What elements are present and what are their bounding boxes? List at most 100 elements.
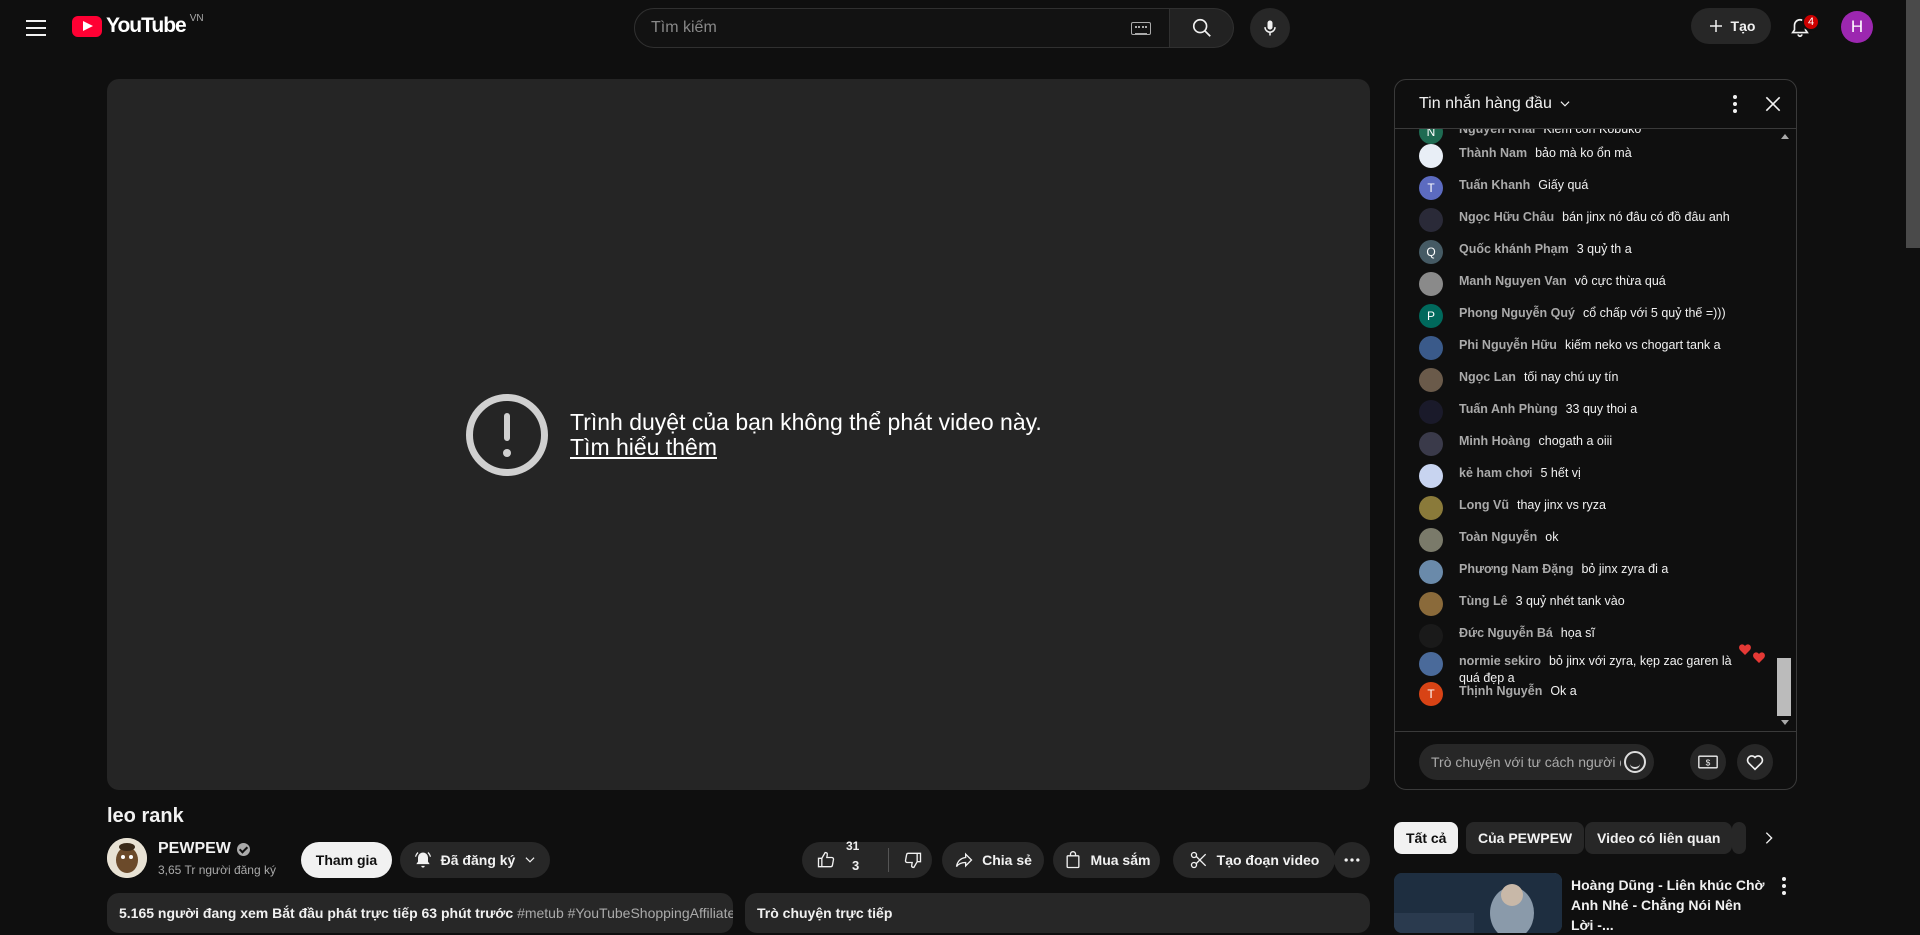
- chip-partial[interactable]: [1732, 822, 1746, 854]
- chat-author-avatar[interactable]: [1419, 496, 1443, 520]
- chat-author-avatar[interactable]: [1419, 528, 1443, 552]
- clip-button[interactable]: Tạo đoạn video: [1173, 842, 1335, 878]
- chat-author-avatar[interactable]: [1419, 400, 1443, 424]
- chat-author-name[interactable]: Tuấn Anh Phùng: [1459, 402, 1558, 416]
- close-icon[interactable]: [1763, 94, 1783, 114]
- channel-avatar[interactable]: [107, 838, 147, 878]
- chat-message[interactable]: Tùng Lê 3 quỷ nhét tank vào: [1419, 592, 1769, 616]
- chat-author-name[interactable]: Quốc khánh Phạm: [1459, 242, 1569, 256]
- search-input[interactable]: [651, 19, 1131, 37]
- chat-author-avatar[interactable]: [1419, 144, 1443, 168]
- scroll-up-arrow-icon[interactable]: [1781, 134, 1789, 139]
- search-button[interactable]: [1170, 8, 1234, 48]
- chat-author-avatar[interactable]: [1419, 464, 1443, 488]
- chat-message[interactable]: Phi Nguyễn Hữu kiếm neko vs chogart tank …: [1419, 336, 1769, 360]
- video-player[interactable]: Trình duyệt của bạn không thể phát video…: [107, 79, 1370, 790]
- chat-message[interactable]: Ngọc Hữu Châu bán jinx nó đâu có đồ đâu a…: [1419, 208, 1769, 232]
- chat-message[interactable]: Thành Nam bảo mà ko ổn mà: [1419, 144, 1769, 168]
- chat-message[interactable]: Manh Nguyen Van vô cực thừa quá: [1419, 272, 1769, 296]
- live-chat-replay-box[interactable]: Trò chuyện trực tiếp: [745, 893, 1370, 933]
- chat-author-name[interactable]: Phương Nam Đặng: [1459, 562, 1573, 576]
- chat-author-name[interactable]: kẻ ham chơi: [1459, 466, 1533, 480]
- recommendation-thumbnail[interactable]: [1394, 873, 1562, 933]
- chat-message[interactable]: Q Quốc khánh Phạm 3 quỷ th a: [1419, 240, 1769, 264]
- voice-search-button[interactable]: [1250, 8, 1290, 48]
- chat-author-name[interactable]: Thành Nam: [1459, 146, 1527, 160]
- chat-author-name[interactable]: Tùng Lê: [1459, 594, 1508, 608]
- more-actions-button[interactable]: [1334, 842, 1370, 878]
- chat-author-avatar[interactable]: T: [1419, 682, 1443, 706]
- subscribed-button[interactable]: Đã đăng ký: [400, 842, 550, 878]
- chat-author-avatar[interactable]: T: [1419, 176, 1443, 200]
- chat-message[interactable]: Long Vũ thay jinx vs ryza: [1419, 496, 1769, 520]
- chat-message[interactable]: Minh Hoàng chogath a oiii: [1419, 432, 1769, 456]
- youtube-logo[interactable]: YouTube VN: [72, 13, 204, 38]
- chat-message[interactable]: N Nguyễn Khải Kiếm con Kobuko: [1419, 129, 1769, 144]
- chat-author-name[interactable]: Minh Hoàng: [1459, 434, 1531, 448]
- page-scroll-thumb[interactable]: [1906, 0, 1920, 248]
- dislike-icon[interactable]: [903, 850, 923, 870]
- chat-author-avatar[interactable]: [1419, 624, 1443, 648]
- channel-name[interactable]: PEWPEW: [158, 840, 250, 858]
- chip-channel[interactable]: Của PEWPEW: [1466, 822, 1585, 854]
- emoji-icon[interactable]: [1624, 751, 1646, 773]
- chat-scrollbar[interactable]: [1777, 132, 1791, 730]
- notifications-button[interactable]: 4: [1780, 8, 1821, 48]
- chat-message[interactable]: normie sekiro bỏ jinx với zyra, kẹp zac g…: [1419, 652, 1749, 686]
- chat-author-avatar[interactable]: P: [1419, 304, 1443, 328]
- chat-input[interactable]: [1431, 754, 1621, 770]
- chat-author-avatar[interactable]: [1419, 432, 1443, 456]
- chat-mode-selector[interactable]: Tin nhắn hàng đầu: [1419, 95, 1572, 113]
- chat-author-avatar[interactable]: [1419, 272, 1443, 296]
- chips-next-button[interactable]: [1753, 822, 1785, 854]
- chat-author-name[interactable]: Ngọc Hữu Châu: [1459, 210, 1554, 224]
- chat-author-avatar[interactable]: [1419, 652, 1443, 676]
- chat-message[interactable]: T Thịnh Nguyễn Ok a: [1419, 682, 1769, 706]
- chat-message[interactable]: Đức Nguyễn Bá họa sĩ: [1419, 624, 1769, 648]
- chat-author-name[interactable]: Phi Nguyễn Hữu: [1459, 338, 1557, 352]
- share-button[interactable]: Chia sẻ: [942, 842, 1044, 878]
- chat-author-name[interactable]: Manh Nguyen Van: [1459, 274, 1567, 288]
- chat-message[interactable]: Ngọc Lan tối nay chú uy tín: [1419, 368, 1769, 392]
- chat-author-name[interactable]: Đức Nguyễn Bá: [1459, 626, 1553, 640]
- like-icon[interactable]: [816, 850, 836, 870]
- chat-author-name[interactable]: Nguyễn Khải: [1459, 129, 1535, 136]
- scroll-thumb[interactable]: [1777, 658, 1791, 716]
- chat-author-name[interactable]: Thịnh Nguyễn: [1459, 684, 1542, 698]
- description-box[interactable]: 5.165 người đang xem Bắt đầu phát trực t…: [107, 893, 733, 933]
- chat-author-name[interactable]: Ngọc Lan: [1459, 370, 1516, 384]
- chat-message[interactable]: kẻ ham chơi 5 hết vị: [1419, 464, 1769, 488]
- shopping-button[interactable]: Mua sắm: [1053, 842, 1160, 878]
- recommendation-options-icon[interactable]: [1776, 876, 1792, 896]
- join-button[interactable]: Tham gia: [301, 842, 392, 878]
- chat-author-avatar[interactable]: [1419, 336, 1443, 360]
- chip-all[interactable]: Tất cả: [1394, 822, 1459, 854]
- chat-author-avatar[interactable]: [1419, 368, 1443, 392]
- recommendation-title[interactable]: Hoàng Dũng - Liên khúc Chờ Anh Nhé - Chẳ…: [1571, 875, 1767, 935]
- keyboard-icon[interactable]: [1131, 21, 1151, 35]
- chat-author-name[interactable]: normie sekiro: [1459, 654, 1541, 668]
- chat-author-name[interactable]: Phong Nguyễn Quý: [1459, 306, 1575, 320]
- chip-related[interactable]: Video có liên quan: [1585, 822, 1733, 854]
- chat-message[interactable]: Toàn Nguyễn ok: [1419, 528, 1769, 552]
- create-button[interactable]: Tạo: [1691, 8, 1771, 44]
- chat-author-name[interactable]: Tuấn Khanh: [1459, 178, 1530, 192]
- chat-author-name[interactable]: Long Vũ: [1459, 498, 1509, 512]
- page-scrollbar[interactable]: [1904, 0, 1920, 918]
- chat-message[interactable]: P Phong Nguyễn Quý cổ chấp với 5 quỷ thế =…: [1419, 304, 1769, 328]
- chat-message[interactable]: Tuấn Anh Phùng 33 quy thoi a: [1419, 400, 1769, 424]
- heart-reaction-button[interactable]: [1737, 744, 1773, 780]
- hamburger-menu-icon[interactable]: [20, 12, 52, 44]
- chat-author-avatar[interactable]: Q: [1419, 240, 1443, 264]
- scroll-down-arrow-icon[interactable]: [1781, 720, 1789, 725]
- user-avatar[interactable]: H: [1841, 11, 1873, 43]
- chat-author-avatar[interactable]: [1419, 560, 1443, 584]
- chat-author-avatar[interactable]: [1419, 208, 1443, 232]
- learn-more-link[interactable]: Tìm hiểu thêm: [570, 434, 717, 461]
- chat-message[interactable]: T Tuấn Khanh Giấy quá: [1419, 176, 1769, 200]
- chat-options-icon[interactable]: [1725, 94, 1745, 114]
- chat-author-name[interactable]: Toàn Nguyễn: [1459, 530, 1537, 544]
- description-tags[interactable]: #metub #YouTubeShoppingAffiliate: [517, 905, 733, 921]
- chat-message[interactable]: Phương Nam Đặng bỏ jinx zyra đi a: [1419, 560, 1769, 584]
- chat-message-list[interactable]: N Nguyễn Khải Kiếm con Kobuko Thành Nam bảo …: [1395, 129, 1775, 789]
